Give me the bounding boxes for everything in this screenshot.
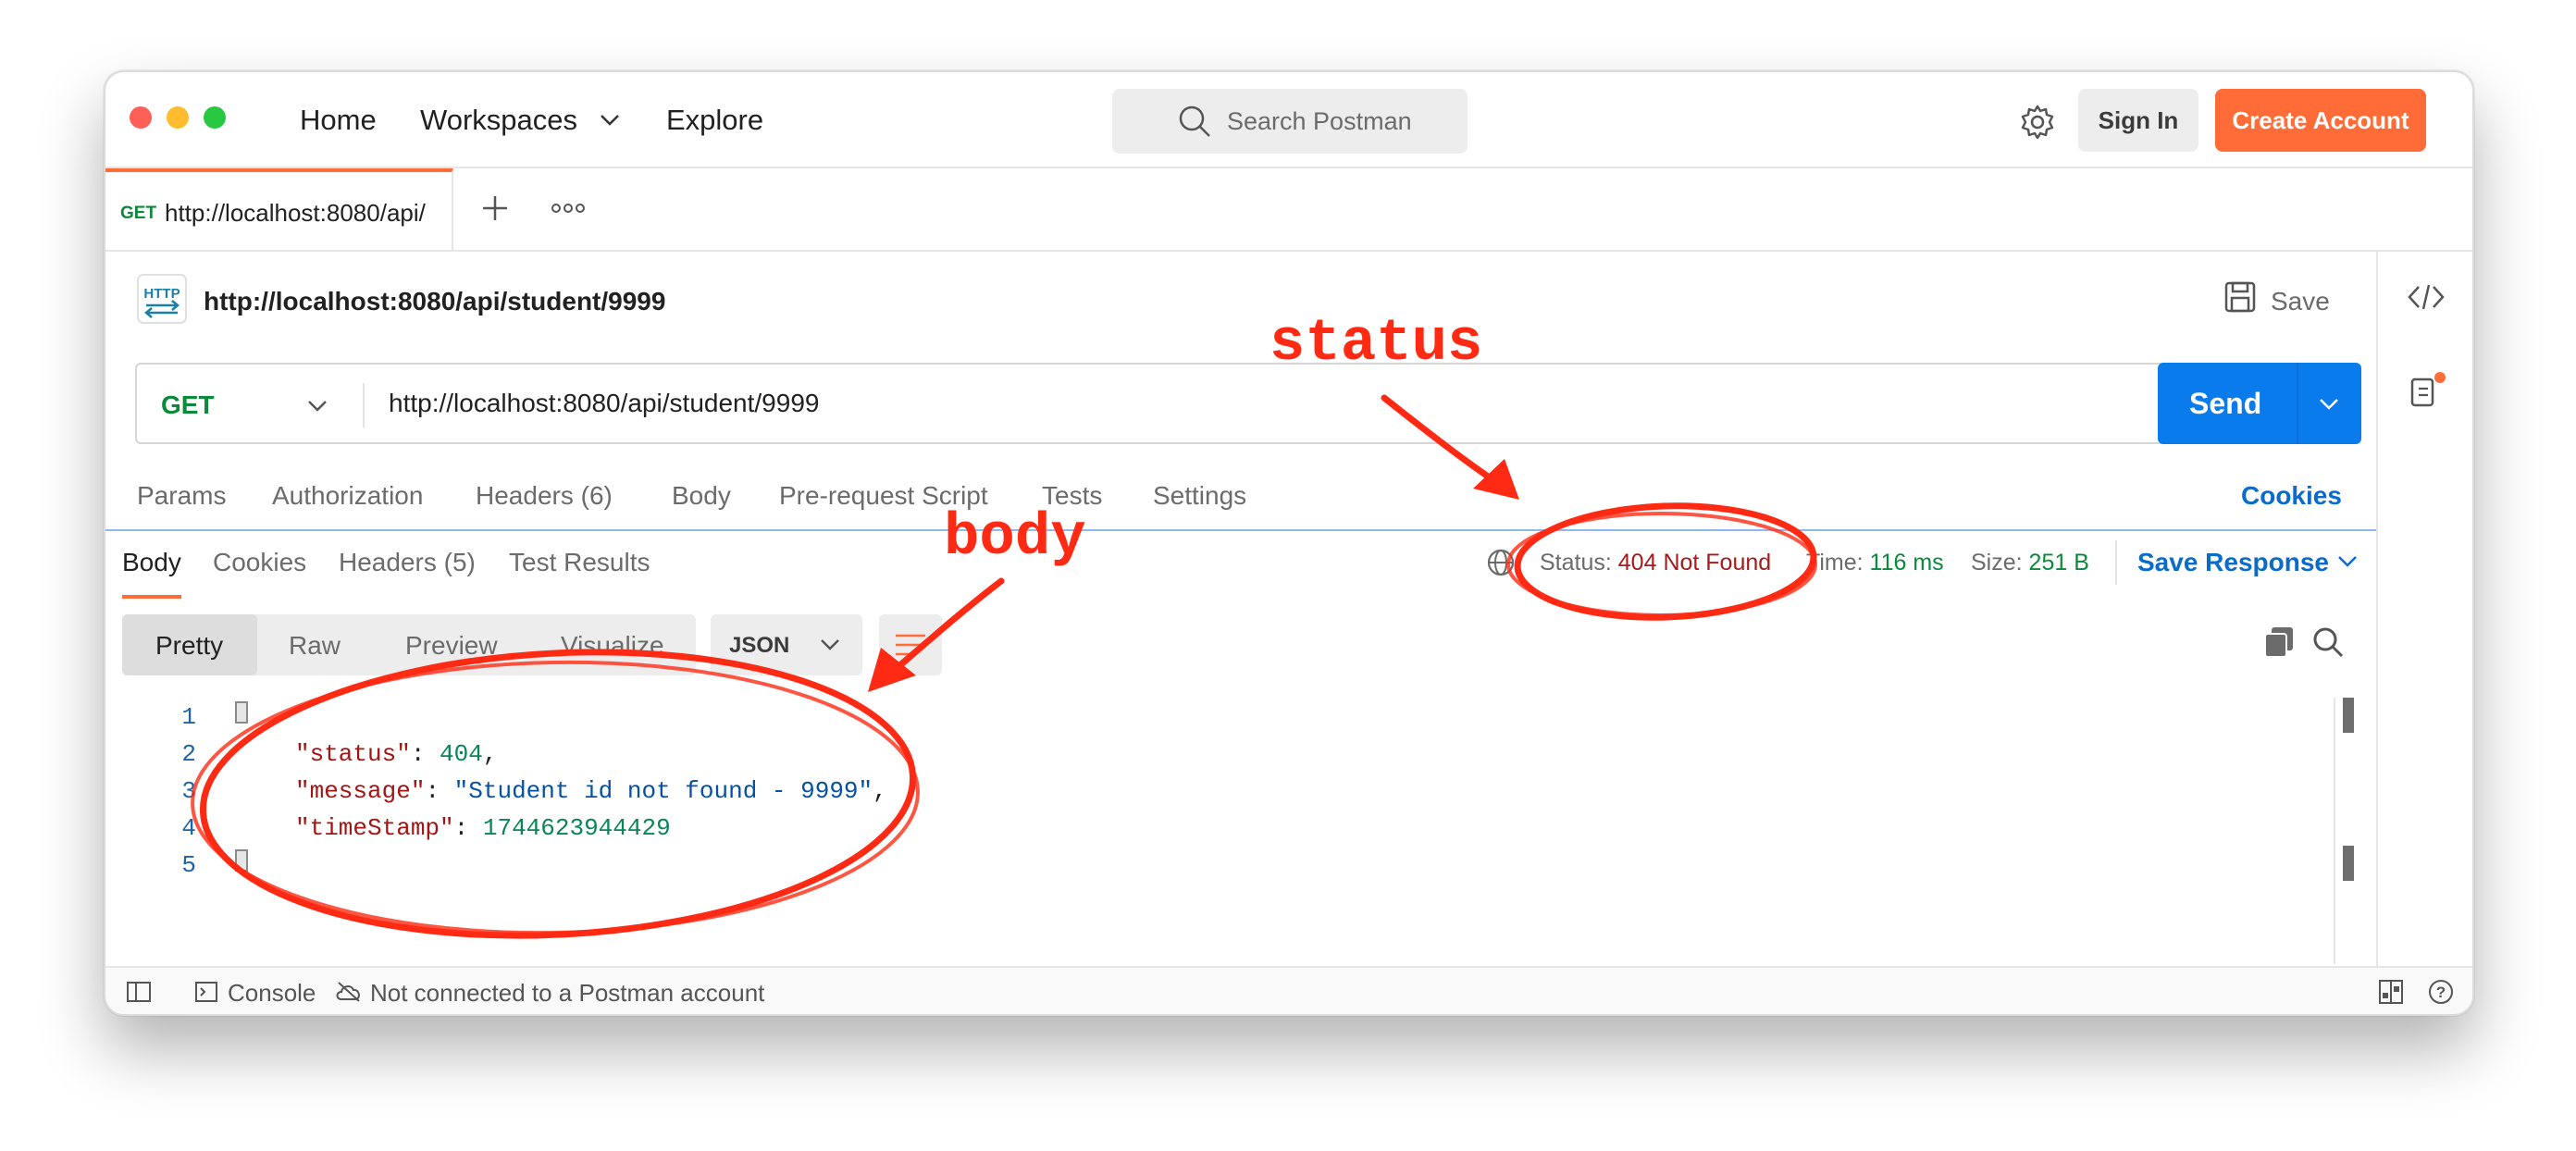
annotation-status-arrowhead xyxy=(1473,459,1519,500)
annotation-overlay xyxy=(191,394,1817,939)
annotation-body-ellipse xyxy=(199,649,917,939)
annotation-body-ellipse-stroke2 xyxy=(191,660,920,935)
annotation-status-ellipse-stroke2 xyxy=(1506,512,1817,617)
annotation-body-arrow xyxy=(885,577,1005,679)
